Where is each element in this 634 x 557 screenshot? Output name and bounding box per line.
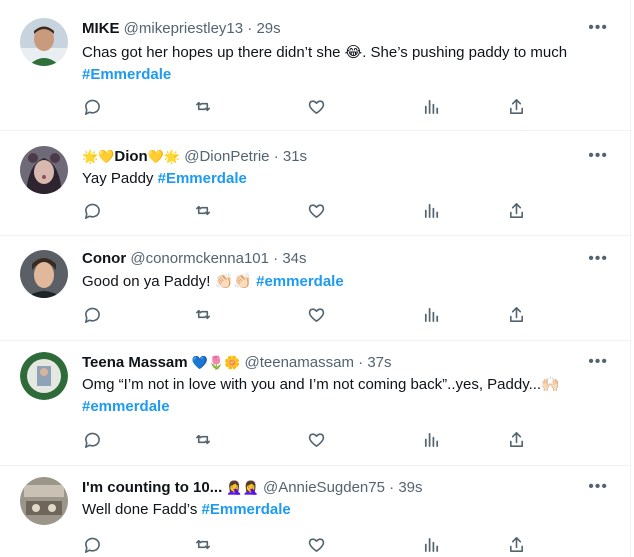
tweet-item[interactable]: Conor @conormckenna101 · 34s ••• Good on… — [0, 235, 630, 341]
views-icon[interactable] — [422, 430, 442, 450]
user-handle[interactable]: @DionPetrie — [184, 148, 269, 165]
views-icon[interactable] — [422, 201, 442, 221]
tweet-header: Conor @conormckenna101 · 34s — [82, 249, 590, 269]
user-handle[interactable]: @conormckenna101 — [130, 250, 269, 267]
views-icon[interactable] — [422, 535, 442, 555]
like-icon[interactable] — [307, 535, 327, 555]
display-name[interactable]: I'm counting to 10... — [82, 479, 222, 496]
hashtag-link[interactable]: #emmerdale — [82, 398, 170, 415]
views-icon[interactable] — [422, 97, 442, 117]
user-handle[interactable]: @teenamassam — [245, 354, 354, 371]
more-options-icon[interactable]: ••• — [588, 146, 608, 166]
retweet-icon[interactable] — [194, 97, 214, 117]
like-icon[interactable] — [307, 201, 327, 221]
timestamp[interactable]: 39s — [398, 479, 422, 496]
name-emoji-suffix: 💛🌟 — [147, 150, 181, 165]
tweet-text: Chas got her hopes up there didn’t she 😂… — [82, 42, 606, 86]
tweet-actions — [82, 535, 524, 555]
tweet-actions — [82, 305, 524, 325]
more-options-icon[interactable]: ••• — [588, 352, 608, 372]
reply-icon[interactable] — [82, 535, 102, 555]
tweet-item[interactable]: 🌟💛Dion💛🌟 @DionPetrie · 31s ••• Yay Paddy… — [0, 130, 630, 236]
tweet-body-text: Omg “I’m not in love with you and I’m no… — [82, 376, 560, 393]
avatar[interactable] — [20, 18, 68, 66]
retweet-icon[interactable] — [194, 201, 214, 221]
hashtag-link[interactable]: #Emmerdale — [82, 66, 171, 83]
timestamp[interactable]: 29s — [256, 20, 280, 37]
more-options-icon[interactable]: ••• — [588, 18, 608, 38]
timestamp[interactable]: 34s — [282, 250, 306, 267]
name-emoji-prefix: 🌟💛 — [82, 150, 115, 165]
name-emoji-suffix: 💙🌷🌼 — [191, 356, 241, 371]
avatar[interactable] — [20, 250, 68, 298]
timestamp[interactable]: 31s — [283, 148, 307, 165]
views-icon[interactable] — [422, 305, 442, 325]
tweet-item[interactable]: MIKE @mikepriestley13 · 29s ••• Chas got… — [0, 0, 630, 131]
like-icon[interactable] — [307, 430, 327, 450]
name-emoji-suffix: 🤦‍♀️🤦‍♀️ — [226, 481, 259, 496]
tweet-header: Teena Massam 💙🌷🌼 @teenamassam · 37s — [82, 353, 590, 374]
hashtag-link[interactable]: #Emmerdale — [158, 170, 247, 187]
hashtag-link[interactable]: #Emmerdale — [202, 501, 291, 518]
tweet-header: I'm counting to 10... 🤦‍♀️🤦‍♀️ @AnnieSug… — [82, 478, 590, 499]
like-icon[interactable] — [307, 305, 327, 325]
display-name[interactable]: MIKE — [82, 20, 120, 37]
reply-icon[interactable] — [82, 97, 102, 117]
user-handle[interactable]: @AnnieSugden75 — [263, 479, 385, 496]
timestamp[interactable]: 37s — [367, 354, 391, 371]
tweet-header: MIKE @mikepriestley13 · 29s — [82, 19, 590, 39]
share-icon[interactable] — [507, 430, 527, 450]
tweet-item[interactable]: Teena Massam 💙🌷🌼 @teenamassam · 37s ••• … — [0, 340, 630, 466]
share-icon[interactable] — [507, 201, 527, 221]
avatar[interactable] — [20, 146, 68, 194]
separator-dot: · — [273, 250, 279, 267]
tweet-body-text: Well done Fadd’s — [82, 501, 198, 518]
tweet-text: Well done Fadd’s #Emmerdale — [82, 499, 606, 521]
tweet-body-text: Chas got her hopes up there didn’t she 😂… — [82, 44, 568, 61]
tweet-text: Yay Paddy #Emmerdale — [82, 168, 606, 190]
retweet-icon[interactable] — [194, 535, 214, 555]
separator-dot: · — [358, 354, 364, 371]
display-name[interactable]: Conor — [82, 250, 126, 267]
tweet-item[interactable]: I'm counting to 10... 🤦‍♀️🤦‍♀️ @AnnieSug… — [0, 465, 630, 557]
avatar[interactable] — [20, 352, 68, 400]
tweet-body-text: Good on ya Paddy! 👏🏻👏🏻 — [82, 273, 252, 290]
more-options-icon[interactable]: ••• — [588, 477, 608, 497]
separator-dot: · — [273, 148, 279, 165]
tweet-text: Good on ya Paddy! 👏🏻👏🏻 #emmerdale — [82, 271, 606, 293]
retweet-icon[interactable] — [194, 305, 214, 325]
separator-dot: · — [247, 20, 253, 37]
reply-icon[interactable] — [82, 305, 102, 325]
separator-dot: · — [389, 479, 395, 496]
share-icon[interactable] — [507, 97, 527, 117]
share-icon[interactable] — [507, 535, 527, 555]
avatar[interactable] — [20, 477, 68, 525]
tweet-actions — [82, 430, 524, 450]
hashtag-link[interactable]: #emmerdale — [256, 273, 344, 290]
retweet-icon[interactable] — [194, 430, 214, 450]
tweet-header: 🌟💛Dion💛🌟 @DionPetrie · 31s — [82, 147, 590, 168]
tweet-text: Omg “I’m not in love with you and I’m no… — [82, 374, 606, 418]
share-icon[interactable] — [507, 305, 527, 325]
reply-icon[interactable] — [82, 430, 102, 450]
user-handle[interactable]: @mikepriestley13 — [124, 20, 243, 37]
tweet-actions — [82, 97, 524, 117]
display-name[interactable]: Teena Massam — [82, 354, 188, 371]
tweet-actions — [82, 201, 524, 221]
tweet-feed: MIKE @mikepriestley13 · 29s ••• Chas got… — [0, 0, 631, 557]
like-icon[interactable] — [307, 97, 327, 117]
tweet-body-text: Yay Paddy — [82, 170, 154, 187]
more-options-icon[interactable]: ••• — [588, 249, 608, 269]
reply-icon[interactable] — [82, 201, 102, 221]
display-name[interactable]: Dion — [114, 148, 147, 165]
